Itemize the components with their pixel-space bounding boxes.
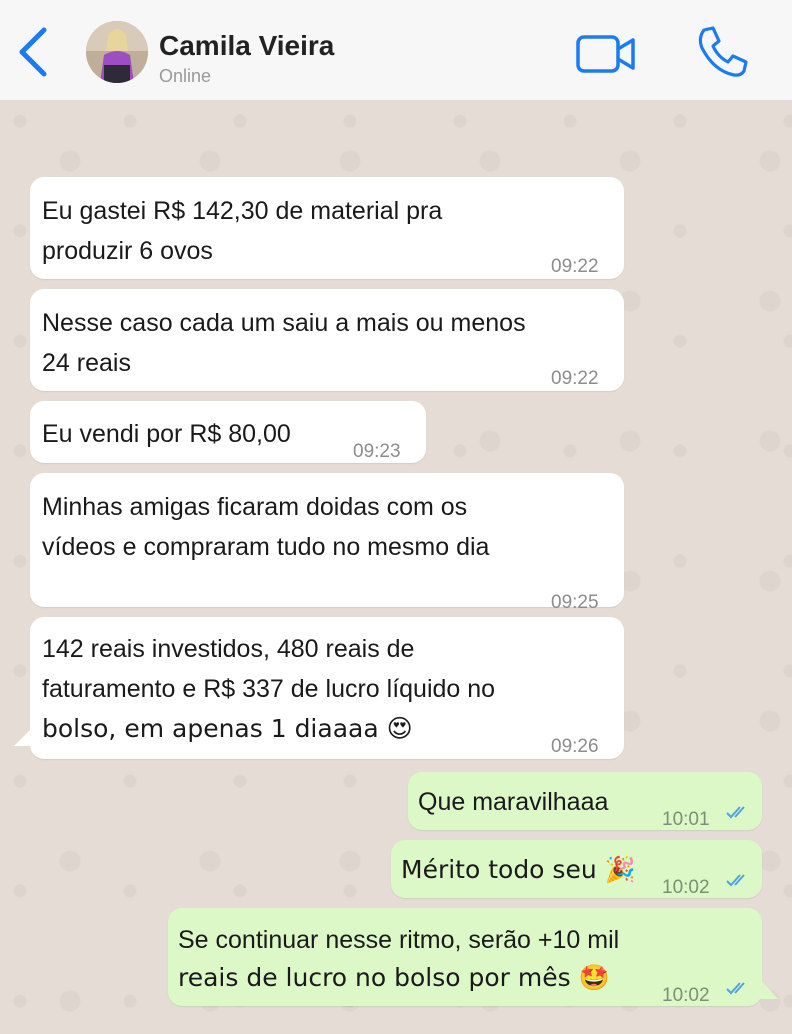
- contact-name[interactable]: Camila Vieira: [159, 30, 334, 62]
- voice-call-button[interactable]: [694, 24, 750, 80]
- message-time: 10:02: [662, 877, 710, 898]
- double-check-icon: [726, 874, 745, 887]
- message-time: 09:26: [551, 736, 599, 757]
- phone-icon: [698, 26, 748, 77]
- avatar-photo: [86, 21, 148, 83]
- message-outgoing[interactable]: Mérito todo seu 🎉 10:02: [391, 840, 762, 898]
- message-incoming[interactable]: Minhas amigas ficaram doidas com os víde…: [30, 473, 624, 613]
- double-check-icon: [726, 982, 745, 995]
- message-text: 24 reais: [42, 349, 131, 377]
- message-incoming[interactable]: 142 reais investidos, 480 reais de fatur…: [30, 617, 624, 759]
- message-text: reais de lucro no bolso por mês 🤩: [178, 963, 610, 992]
- bubble-tail: [14, 728, 32, 746]
- message-incoming[interactable]: Eu gastei R$ 142,30 de material pra prod…: [30, 177, 624, 279]
- message-text: Nesse caso cada um saiu a mais ou menos: [42, 309, 526, 337]
- message-time: 09:22: [551, 256, 599, 277]
- message-incoming[interactable]: Eu vendi por R$ 80,00 09:23: [30, 401, 426, 463]
- double-check-icon: [726, 806, 745, 819]
- message-text: vídeos e compraram tudo no mesmo dia: [42, 533, 490, 561]
- message-time: 09:23: [353, 441, 401, 462]
- chevron-left-icon: [19, 27, 47, 77]
- message-outgoing[interactable]: Se continuar nesse ritmo, serão +10 mil …: [168, 908, 762, 1006]
- video-camera-icon: [576, 35, 635, 73]
- message-incoming[interactable]: Nesse caso cada um saiu a mais ou menos …: [30, 289, 624, 391]
- message-text: Que maravilhaaa: [418, 788, 609, 816]
- message-time: 09:22: [551, 368, 599, 389]
- message-text: bolso, em apenas 1 diaaaa 😍: [42, 714, 413, 743]
- bubble-tail: [756, 975, 778, 999]
- chat-header: Camila Vieira Online: [0, 0, 792, 101]
- back-button[interactable]: [14, 26, 54, 78]
- message-text: Eu vendi por R$ 80,00: [42, 420, 291, 448]
- message-text: Eu gastei R$ 142,30 de material pra: [42, 197, 443, 225]
- message-text: faturamento e R$ 337 de lucro líquido no: [42, 675, 496, 703]
- message-text: produzir 6 ovos: [42, 237, 213, 265]
- message-outgoing[interactable]: Que maravilhaaa 10:01: [408, 772, 762, 830]
- message-text: Se continuar nesse ritmo, serão +10 mil: [178, 926, 620, 954]
- video-call-button[interactable]: [575, 34, 637, 74]
- message-time: 10:01: [662, 809, 710, 830]
- contact-status: Online: [159, 66, 212, 86]
- message-text: 142 reais investidos, 480 reais de: [42, 635, 415, 663]
- message-text: Minhas amigas ficaram doidas com os: [42, 493, 468, 521]
- avatar[interactable]: [86, 21, 148, 83]
- message-text: Mérito todo seu 🎉: [401, 855, 636, 884]
- message-time: 10:02: [662, 985, 710, 1006]
